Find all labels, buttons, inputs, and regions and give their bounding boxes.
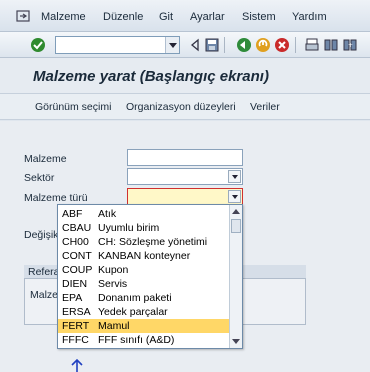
menu-bar: Malzeme Düzenle Git Ayarlar Sistem Yardı…	[0, 0, 370, 32]
dropdown-option[interactable]: ABF Atık	[58, 207, 230, 221]
dropdown-option[interactable]: ERSA Yedek parçalar	[58, 305, 230, 319]
dropdown-option[interactable]: FFFC FFF sınıfı (A&D)	[58, 333, 230, 347]
chevron-down-icon	[169, 43, 177, 48]
option-description: Yedek parçalar	[98, 306, 168, 318]
dropdown-option[interactable]: FERT Mamul	[58, 319, 230, 333]
option-code: ERSA	[62, 306, 91, 318]
menu-item-malzeme[interactable]: Malzeme	[41, 11, 86, 23]
malzeme-turu-label: Malzeme türü	[24, 192, 88, 204]
menu-item-git[interactable]: Git	[159, 11, 173, 23]
sektor-select[interactable]	[127, 168, 243, 185]
option-description: Donanım paketi	[98, 292, 172, 304]
option-description: Atık	[98, 208, 117, 220]
option-description: KANBAN konteyner	[98, 250, 191, 262]
find-next-icon[interactable]: +	[342, 37, 358, 53]
malzeme-turu-dropdown-button[interactable]	[228, 190, 241, 203]
toolbar-separator	[295, 37, 296, 53]
option-description: CH: Sözleşme yönetimi	[98, 236, 208, 248]
option-code: ABF	[62, 208, 83, 220]
option-description: Servis	[98, 278, 128, 290]
org-levels-button[interactable]: Organizasyon düzeyleri	[126, 101, 236, 113]
back-icon[interactable]	[236, 37, 252, 53]
reference-group-title: Refera	[28, 266, 60, 278]
collapse-left-icon[interactable]	[187, 37, 203, 53]
material-type-dropdown-list[interactable]: ABF Atık CBAU Uyumlu birim CH00 CH: Sözleşme …	[57, 204, 243, 349]
option-description: FFF sınıfı (A&D)	[98, 334, 175, 346]
menu-item-sistem[interactable]: Sistem	[242, 11, 276, 23]
exit-icon[interactable]	[255, 37, 271, 53]
standard-toolbar: +	[0, 32, 370, 58]
option-code: FERT	[62, 320, 90, 332]
dropdown-option[interactable]: CONT KANBAN konteyner	[58, 249, 230, 263]
dropdown-option[interactable]: CH00 CH: Sözleşme yönetimi	[58, 235, 230, 249]
dropdown-option[interactable]: DIEN Servis	[58, 277, 230, 291]
dropdown-option[interactable]: CBAU Uyumlu birim	[58, 221, 230, 235]
dropdown-scrollbar[interactable]	[229, 205, 242, 348]
svg-text:+: +	[348, 42, 353, 49]
find-icon[interactable]	[323, 37, 339, 53]
sektor-dropdown-button[interactable]	[228, 170, 241, 183]
scroll-up-icon[interactable]	[232, 209, 240, 214]
option-code: CH00	[62, 236, 89, 248]
command-history-dropdown[interactable]	[165, 37, 179, 53]
view-selection-button[interactable]: Görünüm seçimi	[35, 101, 111, 113]
data-button[interactable]: Veriler	[250, 101, 280, 113]
option-description: Uyumlu birim	[98, 222, 160, 234]
option-code: DIEN	[62, 278, 88, 290]
option-code: CONT	[62, 250, 92, 262]
menu-item-duzenle[interactable]: Düzenle	[103, 11, 143, 23]
page-title: Malzeme yarat (Başlangıç ekranı)	[33, 68, 269, 85]
save-icon[interactable]	[204, 37, 220, 53]
option-code: COUP	[62, 264, 93, 276]
change-number-label: Değişik	[24, 229, 59, 241]
option-code: EPA	[62, 292, 83, 304]
menu-window-icon[interactable]	[16, 10, 30, 22]
print-icon[interactable]	[304, 37, 320, 53]
menu-item-yardim[interactable]: Yardım	[292, 11, 327, 23]
title-area: Malzeme yarat (Başlangıç ekranı)	[0, 58, 370, 94]
cancel-icon[interactable]	[274, 37, 290, 53]
menu-item-ayarlar[interactable]: Ayarlar	[190, 11, 225, 23]
application-toolbar: Görünüm seçimi Organizasyon düzeyleri Ve…	[0, 94, 370, 120]
option-code: CBAU	[62, 222, 92, 234]
sektor-label: Sektör	[24, 172, 55, 184]
up-arrow-cursor-icon	[71, 358, 83, 372]
dropdown-option[interactable]: EPA Donanım paketi	[58, 291, 230, 305]
toolbar-separator	[224, 37, 225, 53]
command-field[interactable]	[55, 36, 180, 54]
option-description: Mamul	[98, 320, 130, 332]
option-description: Kupon	[98, 264, 129, 276]
malzeme-turu-select[interactable]	[127, 188, 243, 205]
enter-check-icon[interactable]	[30, 37, 46, 53]
malzeme-label: Malzeme	[24, 153, 67, 165]
malzeme-input[interactable]	[127, 149, 243, 166]
dropdown-option[interactable]: COUP Kupon	[58, 263, 230, 277]
option-code: FFFC	[62, 334, 89, 346]
scroll-thumb[interactable]	[231, 219, 241, 233]
scroll-down-icon[interactable]	[232, 339, 240, 344]
